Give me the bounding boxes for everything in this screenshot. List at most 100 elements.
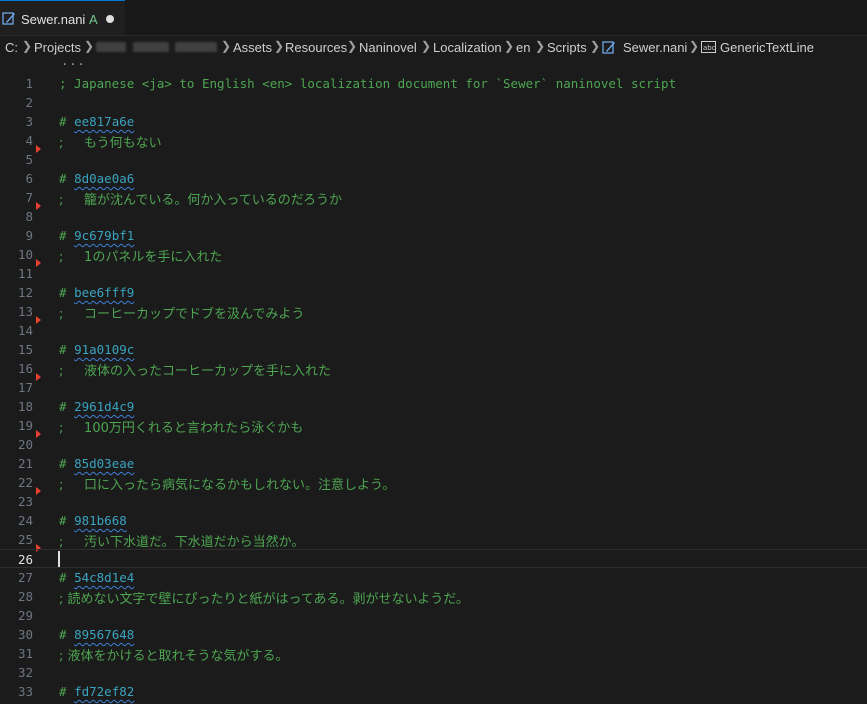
editor-line[interactable]: 9 # 9c679bf1: [0, 226, 867, 245]
chevron-right-icon: ❯: [689, 39, 700, 53]
breadcrumb-projects[interactable]: Projects: [34, 40, 81, 55]
breadcrumb-naninovel[interactable]: Naninovel: [359, 40, 417, 55]
breadcrumb-en[interactable]: en: [516, 40, 530, 55]
breadcrumb-resources[interactable]: Resources: [285, 40, 347, 55]
tab-bar: Sewer.nani A: [0, 0, 867, 36]
editor-line[interactable]: 33 # fd72ef82: [0, 682, 867, 701]
line-number: 9: [25, 228, 33, 243]
localization-id: bee6fff9: [74, 285, 135, 300]
breadcrumb-assets[interactable]: Assets: [233, 40, 272, 55]
git-status-badge: A: [89, 12, 98, 27]
chevron-right-icon: ❯: [504, 39, 515, 53]
tab-sewer-nani[interactable]: Sewer.nani A: [0, 0, 125, 35]
hash-marker: #: [59, 114, 75, 129]
line-number: 24: [17, 513, 33, 528]
hash-marker: #: [59, 171, 75, 186]
editor-line[interactable]: 22 ; 口に入ったら病気になるかもしれない。注意しよう。: [0, 473, 867, 493]
code-editor[interactable]: ... 1 ; Japanese <ja> to English <en> loc…: [0, 54, 867, 704]
dirty-dot-icon[interactable]: [106, 15, 114, 23]
editor-line[interactable]: 11: [0, 264, 867, 283]
breadcrumb-scripts[interactable]: Scripts: [547, 40, 587, 55]
breadcrumb-drive[interactable]: C:: [5, 40, 18, 55]
hash-marker: #: [59, 684, 75, 699]
tab-label: Sewer.nani: [21, 12, 86, 27]
editor-line[interactable]: 20: [0, 435, 867, 454]
editor-line[interactable]: 12 # bee6fff9: [0, 283, 867, 302]
hash-marker: #: [59, 399, 75, 414]
line-text: # 981b668: [59, 513, 127, 528]
localization-id: 8d0ae0a6: [74, 171, 135, 186]
localization-id: 89567648: [74, 627, 135, 642]
editor-line[interactable]: 25 ; 汚い下水道だ。下水道だから当然か。: [0, 530, 867, 550]
localization-id: 2961d4c9: [74, 399, 135, 414]
breadcrumb: C: ❯ Projects ❯ ❯ Assets ❯ Resources ❯ N…: [0, 36, 867, 58]
editor-line[interactable]: 27 # 54c8d1e4: [0, 568, 867, 587]
editor-line[interactable]: 7 ; 籠が沈んでいる。何か入っているのだろうか: [0, 188, 867, 208]
line-number: 17: [17, 380, 33, 395]
line-text: # 8d0ae0a6: [59, 171, 134, 186]
folded-region-indicator[interactable]: ...: [61, 54, 86, 68]
redacted-path: [133, 42, 169, 52]
line-text: ; 口に入ったら病気になるかもしれない。注意しよう。: [59, 478, 396, 493]
breadcrumb-localization[interactable]: Localization: [433, 40, 502, 55]
line-text: # fd72ef82: [59, 684, 134, 699]
editor-line[interactable]: 10 ; 1のパネルを手に入れた: [0, 245, 867, 265]
line-number: 15: [17, 342, 33, 357]
line-number: 27: [17, 570, 33, 585]
editor-line[interactable]: 1 ; Japanese <ja> to English <en> localiz…: [0, 74, 867, 93]
line-text: # bee6fff9: [59, 285, 134, 300]
editor-line[interactable]: 5: [0, 150, 867, 169]
line-text: ; 汚い下水道だ。下水道だから当然か。: [59, 535, 305, 550]
breadcrumb-symbol[interactable]: GenericTextLine: [720, 40, 814, 55]
editor-line[interactable]: 4 ; もう何もない: [0, 131, 867, 151]
editor-line[interactable]: 17: [0, 378, 867, 397]
line-number: 5: [25, 152, 33, 167]
redacted-path: [96, 42, 126, 52]
breadcrumb-file[interactable]: Sewer.nani: [623, 40, 687, 55]
editor-line[interactable]: 32: [0, 663, 867, 682]
editor-line[interactable]: 14: [0, 321, 867, 340]
editor-line[interactable]: 18 # 2961d4c9: [0, 397, 867, 416]
line-number: 33: [17, 684, 33, 699]
line-text: # 89567648: [59, 627, 134, 642]
editor-line[interactable]: 6 # 8d0ae0a6: [0, 169, 867, 188]
line-text: ; Japanese <ja> to English <en> localiza…: [59, 76, 677, 91]
line-number: 4: [25, 133, 33, 148]
editor-line[interactable]: 3 # ee817a6e: [0, 112, 867, 131]
editor-line[interactable]: 30 # 89567648: [0, 625, 867, 644]
line-number: 3: [25, 114, 33, 129]
line-number: 28: [17, 589, 33, 604]
localization-id: ee817a6e: [74, 114, 135, 129]
editor-line[interactable]: 28 ; 読めない文字で壁にぴったりと紙がはってある。剥がせないようだ。: [0, 587, 867, 607]
editor-line[interactable]: 19 ; 100万円くれると言われたら泳ぐかも: [0, 416, 867, 436]
line-text: ; 液体の入ったコーヒーカップを手に入れた: [59, 364, 332, 379]
line-number: 8: [25, 209, 33, 224]
hash-marker: #: [59, 342, 75, 357]
editor-line[interactable]: 23: [0, 492, 867, 511]
editor-line[interactable]: 31 ; 液体をかけると取れそうな気がする。: [0, 644, 867, 664]
editor-line[interactable]: 16 ; 液体の入ったコーヒーカップを手に入れた: [0, 359, 867, 379]
hash-marker: #: [59, 456, 75, 471]
line-number: 10: [17, 247, 33, 262]
editor-line[interactable]: 26: [0, 549, 867, 568]
line-text: # 91a0109c: [59, 342, 134, 357]
chevron-right-icon: ❯: [84, 39, 95, 53]
editor-line[interactable]: 21 # 85d03eae: [0, 454, 867, 473]
line-text: # 85d03eae: [59, 456, 134, 471]
line-number: 13: [17, 304, 33, 319]
editor-line[interactable]: 24 # 981b668: [0, 511, 867, 530]
localization-id: 981b668: [74, 513, 127, 528]
editor-line[interactable]: 29: [0, 606, 867, 625]
editor-line[interactable]: 8: [0, 207, 867, 226]
redacted-path: [175, 42, 217, 52]
line-text: ; 液体をかけると取れそうな気がする。: [59, 649, 289, 664]
editor-line[interactable]: 2: [0, 93, 867, 112]
editor-line[interactable]: 15 # 91a0109c: [0, 340, 867, 359]
chevron-right-icon: ❯: [590, 39, 601, 53]
line-number: 20: [17, 437, 33, 452]
line-text: ; 100万円くれると言われたら泳ぐかも: [59, 421, 304, 436]
line-text: ; 1のパネルを手に入れた: [59, 250, 223, 265]
line-number: 29: [17, 608, 33, 623]
line-number: 31: [17, 646, 33, 661]
editor-line[interactable]: 13 ; コーヒーカップでドブを汲んでみよう: [0, 302, 867, 322]
